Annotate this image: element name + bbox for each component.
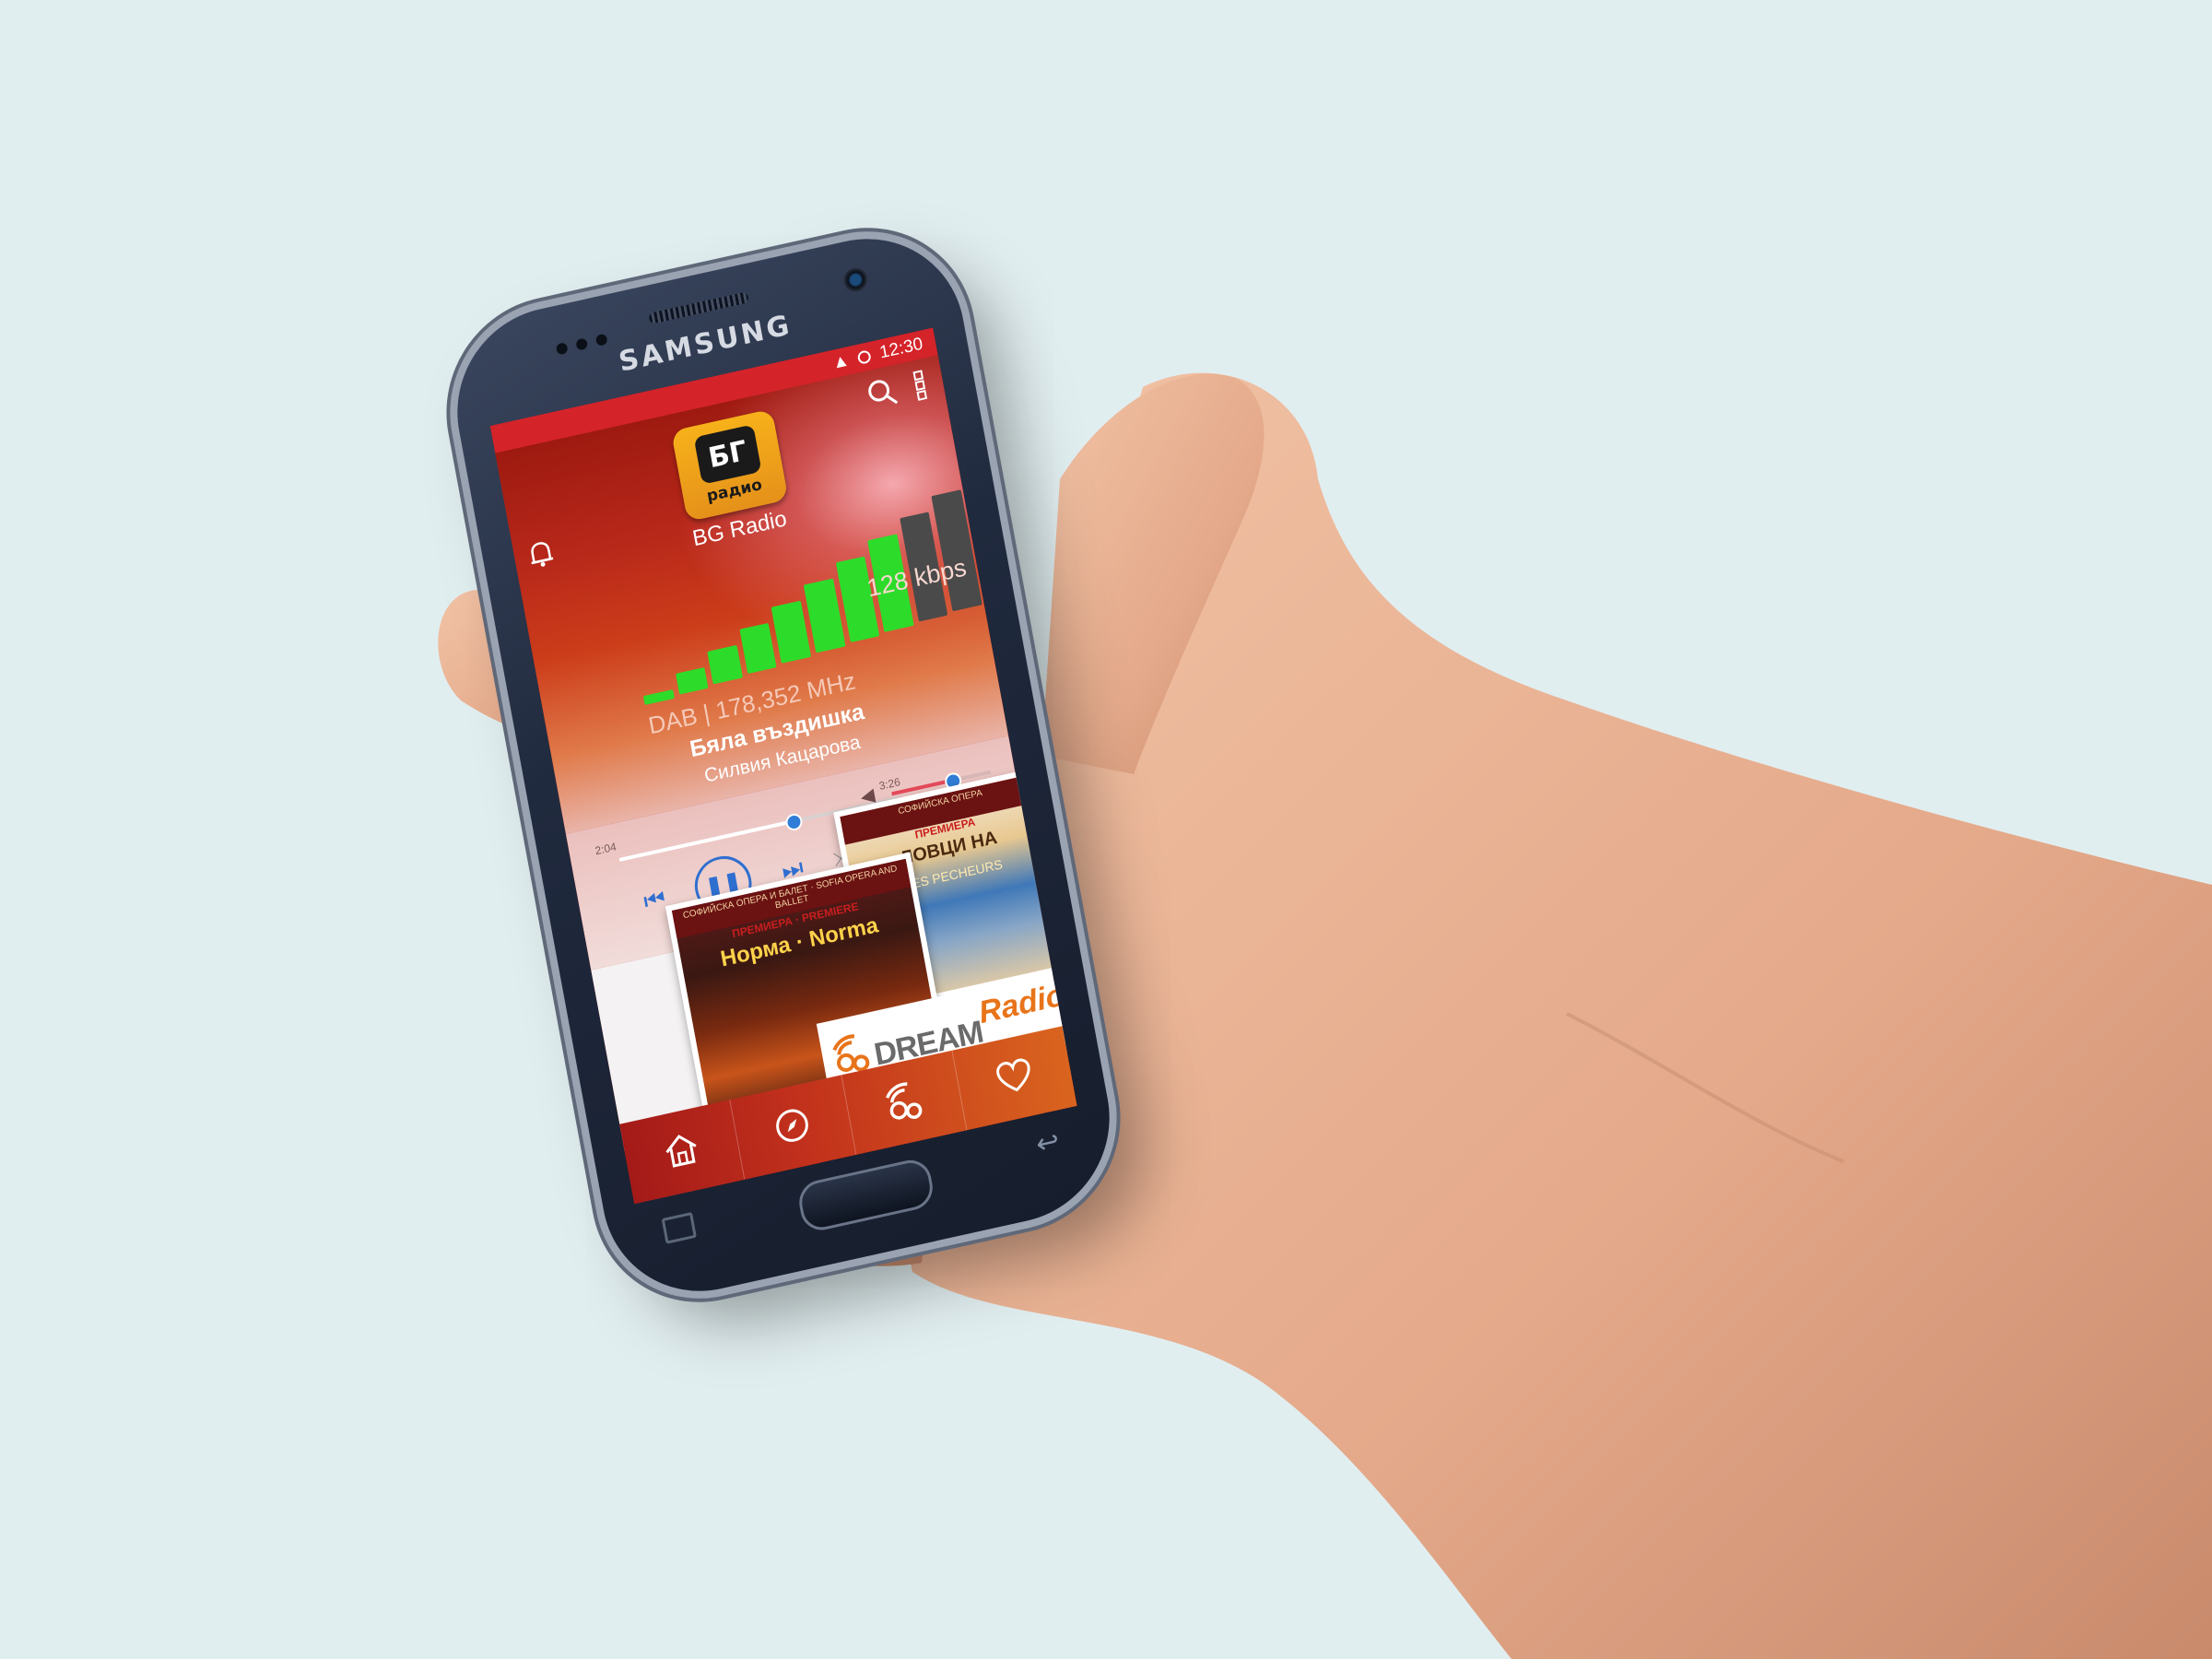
signal-bar (739, 622, 777, 675)
alarm-icon (857, 349, 873, 365)
home-key[interactable] (795, 1156, 936, 1235)
top-actions (864, 368, 929, 412)
heart-icon (992, 1053, 1038, 1103)
elapsed-time: 2:04 (594, 840, 618, 858)
station-logo: БГ радио (670, 408, 789, 523)
earpiece-speaker (648, 291, 749, 324)
station-logo-mark: БГ (693, 424, 762, 485)
banner-radio-text: Radio (976, 977, 1068, 1031)
phone-device: SAMSUNG ▲ 12:30 БГ радио BG Radio 128 kb… (441, 219, 1126, 1311)
back-key[interactable]: ↩ (1033, 1124, 1063, 1161)
search-icon[interactable] (864, 374, 900, 412)
more-options-icon[interactable] (911, 368, 929, 401)
recent-apps-key[interactable] (661, 1211, 697, 1244)
signal-bar (642, 689, 675, 705)
front-camera (841, 265, 870, 295)
app-screen: ▲ 12:30 БГ радио BG Radio 128 kbps DAB |… (489, 327, 1077, 1205)
signal-bar (707, 644, 743, 685)
progress-knob[interactable] (784, 812, 805, 832)
compass-icon (770, 1101, 816, 1152)
signal-icon: ▲ (830, 350, 852, 374)
phone-body: SAMSUNG ▲ 12:30 БГ радио BG Radio 128 kb… (441, 219, 1126, 1311)
signal-bar (675, 666, 709, 695)
phone-mockup: SAMSUNG ▲ 12:30 БГ радио BG Radio 128 kb… (332, 129, 1290, 1346)
signal-bar (803, 578, 846, 653)
dreamradio-icon (878, 1075, 928, 1130)
previous-icon[interactable]: ⏮ (641, 883, 668, 917)
signal-bar (771, 600, 812, 664)
home-icon (659, 1126, 705, 1177)
